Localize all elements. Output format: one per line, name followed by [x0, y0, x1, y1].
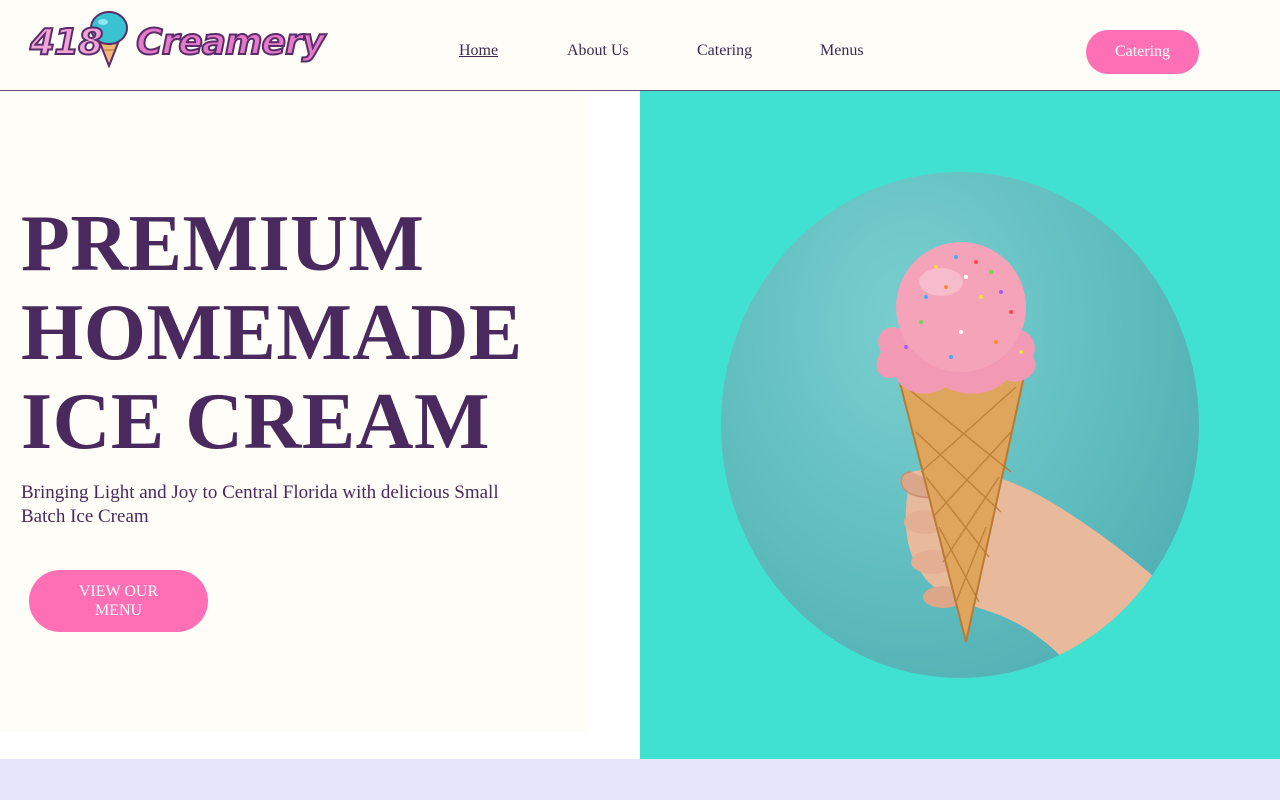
- ice-cream-cone-illustration: [876, 242, 1199, 678]
- nav-menus[interactable]: Menus: [820, 42, 864, 60]
- nav-about-us[interactable]: About Us: [567, 42, 629, 60]
- hero-image-panel: [640, 91, 1280, 759]
- nav-catering[interactable]: Catering: [697, 42, 752, 60]
- view-menu-button[interactable]: VIEW OUR MENU: [29, 570, 208, 632]
- hero-title-line: HOMEMADE: [21, 289, 523, 377]
- hero-title: PREMIUM HOMEMADE ICE CREAM: [21, 200, 581, 467]
- catering-button[interactable]: Catering: [1086, 30, 1199, 74]
- site-logo[interactable]: 418 Creamery: [29, 8, 326, 80]
- nav-home[interactable]: Home: [459, 42, 498, 60]
- next-section-band: [0, 759, 1280, 800]
- logo-wordmark: 418 Creamery: [29, 21, 326, 64]
- hero-title-line: PREMIUM: [21, 200, 425, 288]
- site-header: 418 Creamery Home About Us Catering Menus…: [0, 0, 1280, 91]
- hero-title-line: ICE CREAM: [21, 378, 490, 466]
- hero-subtitle: Bringing Light and Joy to Central Florid…: [21, 482, 499, 527]
- hero-image: [721, 172, 1199, 678]
